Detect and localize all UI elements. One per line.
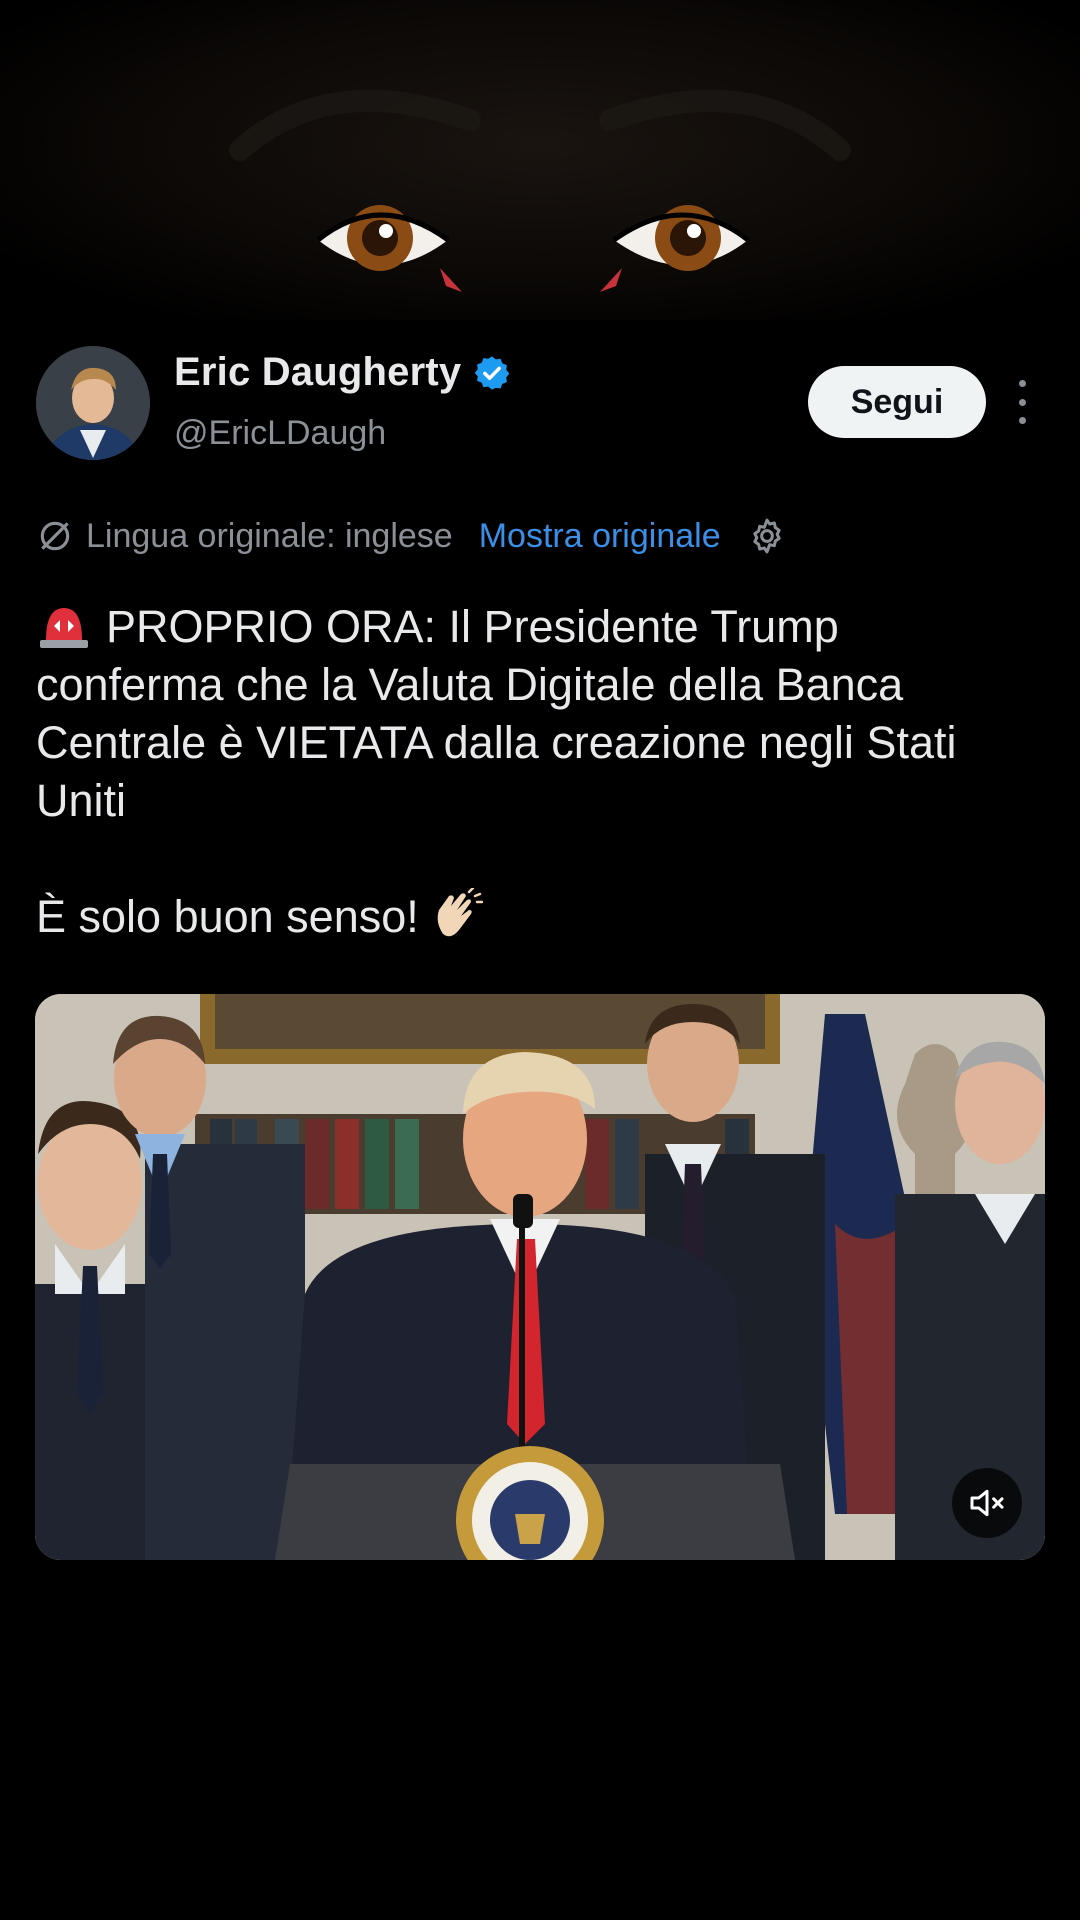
author-avatar[interactable] [36,346,150,460]
post-line-text: PROPRIO ORA: Il Presidente Trump [106,601,839,652]
post-line: Centrale è VIETATA dalla creazione negli… [36,717,957,768]
show-original-link[interactable]: Mostra originale [479,517,721,556]
mute-toggle-button[interactable] [952,1468,1022,1538]
avatar-photo [36,346,150,460]
post-line: PROPRIO ORA: Il Presidente Trump [36,598,1046,656]
post-text: PROPRIO ORA: Il Presidente Trump conferm… [36,598,1046,946]
post-closing-text: È solo buon senso! [36,891,419,942]
original-language-label: Lingua originale: inglese [86,516,453,555]
siren-icon [40,608,88,648]
more-dot [1018,380,1026,387]
verified-badge-icon [475,355,510,390]
eyes-illustration [229,89,851,292]
post-line: Uniti [36,775,127,826]
clapping-hands-icon [437,888,483,937]
translation-row: Lingua originale: inglese Mostra origina… [36,516,787,556]
post-screen: Eric Daugherty @EricLDaugh Segui Lingua … [0,0,1080,1920]
more-vertical-icon[interactable] [1010,380,1034,424]
translate-icon [40,521,70,551]
more-dot [1018,398,1026,406]
speaker-muted-icon [970,1489,1004,1517]
post-line: conferma che la Valuta Digitale della Ba… [36,659,904,710]
author-name-row: Eric Daugherty [174,350,511,395]
gear-icon[interactable] [747,516,787,556]
more-dot [1018,417,1026,424]
author-display-name[interactable]: Eric Daugherty [174,350,461,395]
follow-button[interactable]: Segui [808,366,986,438]
video-player[interactable] [35,994,1045,1560]
video-frame [35,994,1045,1560]
post-line: È solo buon senso! [36,888,1046,946]
author-handle[interactable]: @EricLDaugh [174,414,386,453]
eyes-banner [0,0,1080,320]
